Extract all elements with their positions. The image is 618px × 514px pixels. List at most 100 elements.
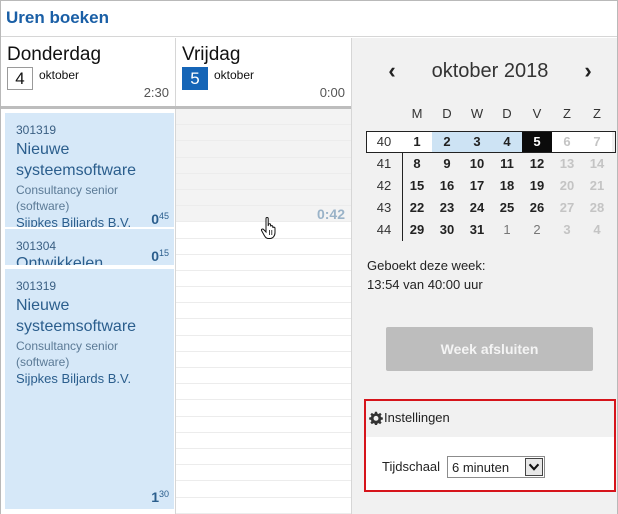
calendar-day[interactable]: 17 [462, 175, 492, 197]
time-entry[interactable]: 301319 Nieuwe systeemsoftware Consultanc… [5, 113, 174, 229]
time-slot[interactable] [176, 498, 351, 514]
time-slot[interactable] [176, 336, 351, 352]
time-slot[interactable] [176, 189, 351, 207]
time-slots [176, 109, 351, 514]
time-slot[interactable] [176, 109, 351, 126]
calendar-day[interactable]: 14 [582, 153, 612, 175]
calendar-day[interactable]: 1 [402, 131, 432, 153]
calendar-day[interactable]: 29 [402, 219, 432, 241]
calendar-day[interactable]: 18 [492, 175, 522, 197]
calendar-day[interactable]: 2 [522, 219, 552, 241]
day-header-thursday[interactable]: Donderdag 4 oktober 2:30 [1, 38, 176, 107]
calendar-prev-button[interactable]: ‹ [382, 60, 402, 82]
day-name: Donderdag [7, 44, 102, 65]
time-slot[interactable] [176, 173, 351, 190]
side-panel: ‹ oktober 2018 › M D W D V Z Z 40 1 2 3 … [351, 38, 617, 514]
time-slot[interactable] [176, 125, 351, 142]
time-slot[interactable] [176, 400, 351, 417]
calendar-week-row[interactable]: 41 8 9 10 11 12 13 14 [366, 153, 616, 175]
time-slot[interactable] [176, 449, 351, 466]
calendar-day[interactable]: 22 [402, 197, 432, 219]
calendar-week-row[interactable]: 42 15 16 17 18 19 20 21 [366, 175, 616, 197]
time-slot[interactable] [176, 465, 351, 482]
time-slot[interactable] [176, 319, 351, 336]
time-scale-select[interactable]: 6 minuten [447, 456, 545, 478]
time-slot[interactable] [176, 287, 351, 304]
time-slot[interactable] [176, 303, 351, 320]
entry-client: Sijpkes Biljards B.V. [16, 371, 132, 386]
time-slot[interactable] [176, 368, 351, 385]
time-slot[interactable] [176, 384, 351, 401]
calendar-day[interactable]: 25 [492, 197, 522, 219]
calendar-week-row[interactable]: 43 22 23 24 25 26 27 28 [366, 197, 616, 219]
time-slot[interactable] [176, 141, 351, 158]
time-entry[interactable]: 301319 Nieuwe systeemsoftware Consultanc… [5, 269, 174, 511]
time-slot[interactable] [176, 271, 351, 288]
time-slot[interactable] [176, 157, 351, 174]
calendar-day[interactable]: 30 [432, 219, 462, 241]
calendar-week-row[interactable]: 40 1 2 3 4 5 6 7 [366, 131, 616, 153]
time-scale-label: Tijdschaal [382, 459, 441, 474]
calendar-day[interactable]: 27 [552, 197, 582, 219]
calendar-day[interactable]: 9 [432, 153, 462, 175]
time-slot[interactable] [176, 433, 351, 449]
week-number: 44 [376, 222, 392, 237]
calendar-day[interactable]: 8 [402, 153, 432, 175]
weekday-header: W [470, 106, 484, 121]
calendar-week-row[interactable]: 44 29 30 31 1 2 3 4 [366, 219, 616, 241]
calendar-day[interactable]: 11 [492, 153, 522, 175]
weekday-header: M [411, 106, 423, 121]
calendar-day[interactable]: 10 [462, 153, 492, 175]
calendar-day[interactable]: 12 [522, 153, 552, 175]
calendar-day[interactable]: 2 [432, 131, 462, 153]
day-header-friday[interactable]: Vrijdag 5 oktober 0:00 [176, 38, 351, 107]
calendar-day[interactable]: 15 [402, 175, 432, 197]
calendar-day[interactable]: 19 [522, 175, 552, 197]
day-grid-thursday[interactable]: 301319 Nieuwe systeemsoftware Consultanc… [1, 109, 176, 514]
weekday-header: V [532, 106, 542, 121]
close-week-button[interactable]: Week afsluiten [386, 327, 593, 371]
day-month: oktober [214, 68, 255, 82]
time-slot[interactable] [176, 352, 351, 368]
entry-code: 301319 [16, 279, 57, 293]
entry-code: 301319 [16, 123, 57, 137]
calendar-day[interactable]: 20 [552, 175, 582, 197]
entry-client: Sijpkes Biljards B.V. [16, 215, 132, 229]
calendar-day[interactable]: 4 [582, 219, 612, 241]
day-number-today: 5 [182, 67, 208, 90]
time-slot[interactable] [176, 417, 351, 433]
time-slot[interactable] [176, 255, 351, 271]
calendar-day[interactable]: 16 [432, 175, 462, 197]
calendar-next-button[interactable]: › [578, 60, 598, 82]
settings-header[interactable]: Instellingen [366, 401, 614, 437]
settings-title: Instellingen [384, 410, 450, 425]
calendar-day[interactable]: 1 [492, 219, 522, 241]
calendar-day[interactable]: 31 [462, 219, 492, 241]
calendar-day[interactable]: 6 [552, 131, 582, 153]
week-number: 43 [376, 200, 392, 215]
calendar-day[interactable]: 24 [462, 197, 492, 219]
entry-role: Consultancy senior (software) [16, 183, 119, 213]
week-number: 41 [376, 156, 392, 171]
calendar-day-today[interactable]: 5 [522, 131, 552, 153]
calendar-day[interactable]: 7 [582, 131, 612, 153]
entry-duration: 015 [151, 248, 169, 264]
calendar-day[interactable]: 3 [462, 131, 492, 153]
time-slot[interactable] [176, 481, 351, 498]
day-month: oktober [39, 68, 80, 82]
weekday-header: Z [593, 106, 601, 121]
app-window: Uren boeken Donderdag 4 oktober 2:30 Vri… [0, 0, 618, 514]
calendar-day[interactable]: 23 [432, 197, 462, 219]
time-slot[interactable] [176, 239, 351, 255]
calendar-day[interactable]: 13 [552, 153, 582, 175]
calendar-day[interactable]: 26 [522, 197, 552, 219]
day-grid-friday[interactable]: 0:42 [176, 109, 351, 514]
booked-label: Geboekt deze week: [367, 258, 486, 273]
chevron-down-icon [525, 458, 543, 476]
time-entry[interactable]: 301304 Ontwikkelen 015 [5, 229, 174, 267]
day-name: Vrijdag [182, 44, 241, 65]
calendar-day[interactable]: 3 [552, 219, 582, 241]
calendar-day[interactable]: 28 [582, 197, 612, 219]
calendar-day[interactable]: 4 [492, 131, 522, 153]
calendar-day[interactable]: 21 [582, 175, 612, 197]
